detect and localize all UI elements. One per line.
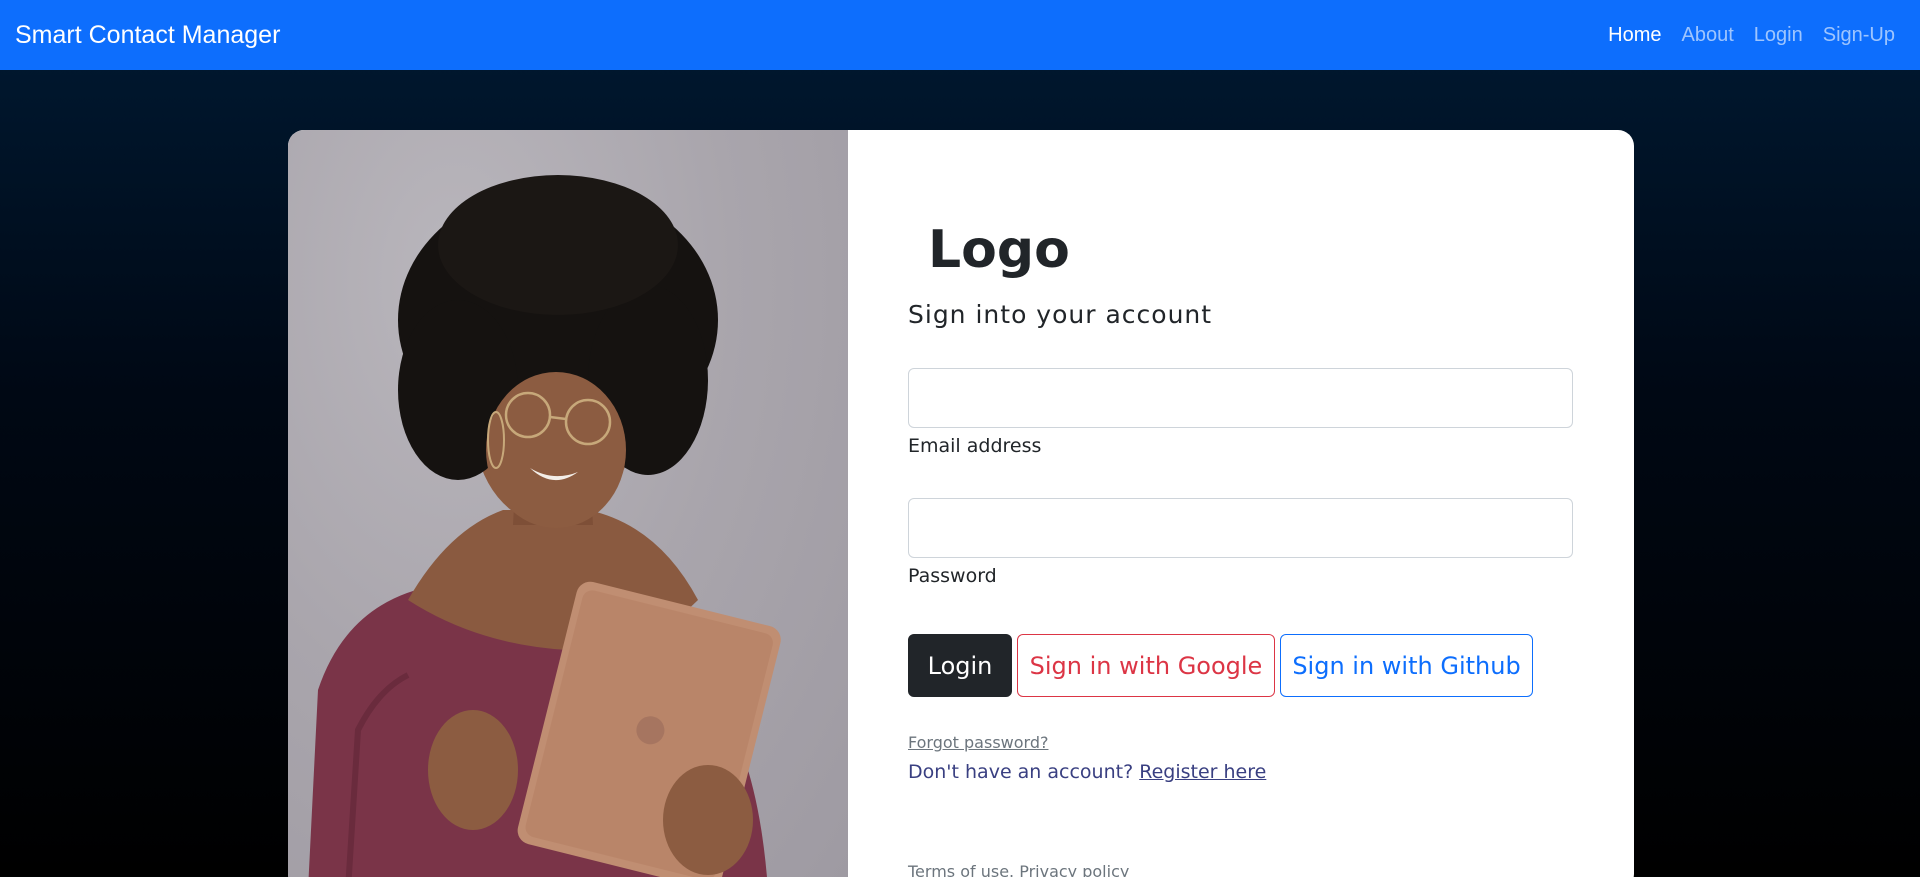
forgot-password-link[interactable]: Forgot password? [908, 733, 1048, 752]
legal-links: Terms of use. Privacy policy [908, 862, 1129, 877]
register-link[interactable]: Register here [1139, 761, 1266, 783]
nav-about-link[interactable]: About [1672, 24, 1744, 47]
nav-home-link[interactable]: Home [1598, 24, 1671, 47]
password-input[interactable] [908, 498, 1573, 558]
photo-illustration [308, 175, 781, 877]
login-form-panel: Logo Sign into your account Email addres… [848, 130, 1634, 877]
login-button[interactable]: Login [908, 634, 1012, 697]
register-prompt: Don't have an account? Register here [908, 761, 1266, 783]
github-signin-button[interactable]: Sign in with Github [1280, 634, 1533, 697]
sign-in-subtitle: Sign into your account [908, 300, 1213, 329]
privacy-link[interactable]: Privacy policy [1019, 862, 1129, 877]
login-card: Logo Sign into your account Email addres… [288, 130, 1634, 877]
password-label: Password [908, 565, 997, 587]
person-with-tablet-photo [288, 130, 848, 877]
nav-links: Home About Login Sign-Up [1598, 24, 1905, 47]
nav-signup-link[interactable]: Sign-Up [1813, 24, 1905, 47]
google-signin-button[interactable]: Sign in with Google [1017, 634, 1275, 697]
no-account-text: Don't have an account? [908, 761, 1134, 783]
email-input[interactable] [908, 368, 1573, 428]
terms-link[interactable]: Terms of use. [908, 862, 1014, 877]
nav-login-link[interactable]: Login [1744, 24, 1813, 47]
brand-link[interactable]: Smart Contact Manager [15, 21, 280, 50]
logo-heading: Logo [928, 220, 1070, 280]
email-label: Email address [908, 435, 1042, 457]
top-navbar: Smart Contact Manager Home About Login S… [0, 0, 1920, 70]
